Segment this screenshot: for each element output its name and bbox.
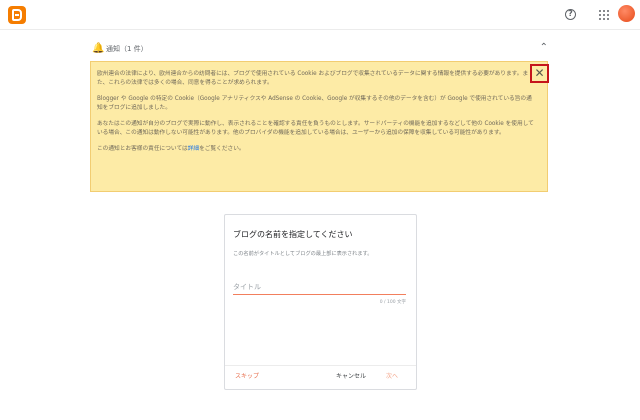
details-link[interactable]: 詳細 <box>188 146 199 152</box>
notice-paragraph-1: 欧州連合の法律により、欧州連合からの訪問者には、ブログで使用されている Cook… <box>97 71 529 86</box>
dialog-footer: スキップ キャンセル 次へ <box>225 365 416 389</box>
dialog-subtitle: この名前がタイトルとしてブログの最上部に表示されます。 <box>233 251 373 257</box>
close-notice-button[interactable]: ✕ <box>530 64 549 83</box>
notice-title: 通知（1 件） <box>106 45 148 53</box>
account-avatar[interactable] <box>618 5 635 22</box>
next-button[interactable]: 次へ <box>386 373 398 381</box>
notice-paragraph-3: あなたはこの通知が自分のブログで実際に動作し、表示されることを確認する責任を負う… <box>97 121 534 136</box>
apps-grid-icon[interactable] <box>599 10 609 20</box>
notice-paragraph-4: この通知とお客様の責任については詳細をご覧ください。 <box>97 145 537 154</box>
collapse-chevron-icon[interactable]: ⌃ <box>540 43 548 53</box>
dialog-title: ブログの名前を指定してください <box>233 230 353 239</box>
top-app-bar: ? <box>0 0 640 30</box>
notice-paragraph-4-prefix: この通知とお客様の責任については <box>97 146 188 152</box>
blog-title-input[interactable] <box>233 279 406 295</box>
cancel-button[interactable]: キャンセル <box>336 373 366 381</box>
blogger-logo-icon[interactable] <box>8 6 26 24</box>
character-counter: 0 / 100 文字 <box>379 300 406 305</box>
notification-bell-icon: 🔔 <box>92 43 105 54</box>
notice-paragraph-4-suffix: をご覧ください。 <box>199 146 245 152</box>
notice-paragraph-2: Blogger や Google の特定の Cookie（Google アナリテ… <box>97 96 532 111</box>
skip-button[interactable]: スキップ <box>235 373 259 381</box>
blog-name-dialog: ブログの名前を指定してください この名前がタイトルとしてブログの最上部に表示され… <box>224 214 417 390</box>
notice-header: 🔔 通知（1 件） ⌃ <box>90 43 550 58</box>
help-icon[interactable]: ? <box>565 9 576 20</box>
cookie-notice-box: 欧州連合の法律により、欧州連合からの訪問者には、ブログで使用されている Cook… <box>90 61 548 192</box>
